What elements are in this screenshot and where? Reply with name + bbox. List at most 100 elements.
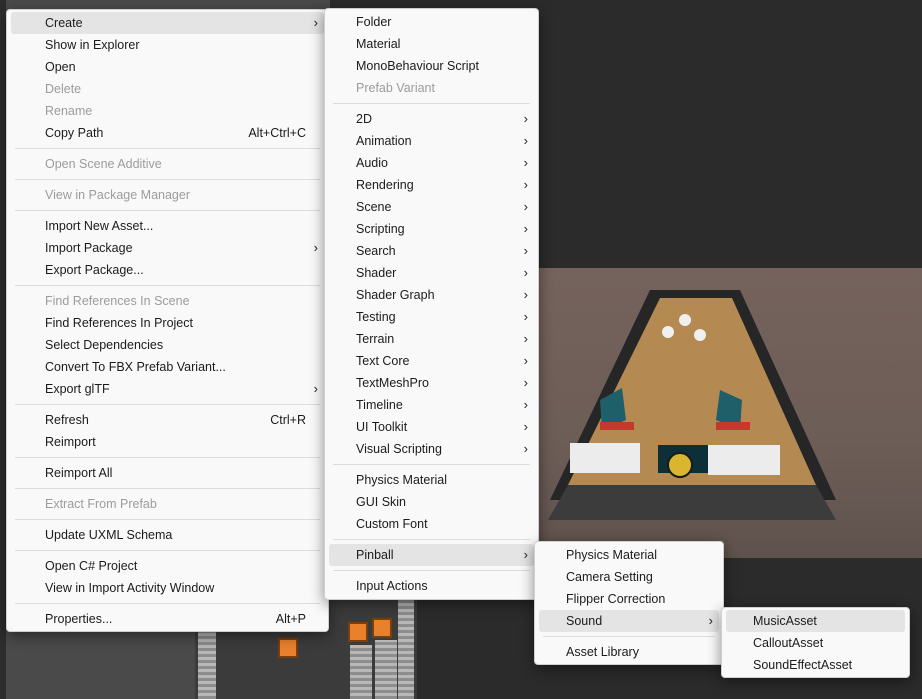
menu-separator bbox=[15, 179, 320, 180]
create-menu-item-monobehaviour-script[interactable]: MonoBehaviour Script bbox=[329, 55, 534, 77]
menu-item-label: Reimport All bbox=[45, 466, 113, 480]
pinball-menu-item-flipper-correction[interactable]: Flipper Correction bbox=[539, 588, 719, 610]
menu-item-shortcut: Alt+P bbox=[275, 612, 306, 626]
menu-item-label: Text Core bbox=[356, 354, 410, 368]
main-menu-item-open[interactable]: Open bbox=[11, 56, 324, 78]
ramp-model-column bbox=[398, 600, 414, 699]
main-menu-item-find-references-in-scene: Find References In Scene bbox=[11, 290, 324, 312]
prefab-cube-icon bbox=[348, 622, 368, 642]
create-menu-item-text-core[interactable]: Text Core › bbox=[329, 350, 534, 372]
menu-item-label: Visual Scripting bbox=[356, 442, 442, 456]
create-menu-item-textmeshpro[interactable]: TextMeshPro › bbox=[329, 372, 534, 394]
main-menu-item-reimport-all[interactable]: Reimport All bbox=[11, 462, 324, 484]
menu-item-label: Asset Library bbox=[566, 645, 639, 659]
pinball-menu-item-physics-material[interactable]: Physics Material bbox=[539, 544, 719, 566]
menu-item-label: Animation bbox=[356, 134, 412, 148]
menu-item-label: GUI Skin bbox=[356, 495, 407, 509]
create-menu-item-animation[interactable]: Animation › bbox=[329, 130, 534, 152]
create-menu-item-custom-font[interactable]: Custom Font bbox=[329, 513, 534, 535]
main-menu-item-export-gltf[interactable]: Export glTF › bbox=[11, 378, 324, 400]
main-menu-item-properties[interactable]: Properties... Alt+P bbox=[11, 608, 324, 630]
menu-item-label: Export glTF bbox=[45, 382, 110, 396]
create-menu-item-gui-skin[interactable]: GUI Skin bbox=[329, 491, 534, 513]
main-menu-item-import-package[interactable]: Import Package › bbox=[11, 237, 324, 259]
menu-separator bbox=[15, 603, 320, 604]
create-menu-item-search[interactable]: Search › bbox=[329, 240, 534, 262]
main-menu-item-find-references-in-project[interactable]: Find References In Project bbox=[11, 312, 324, 334]
create-menu-item-shader-graph[interactable]: Shader Graph › bbox=[329, 284, 534, 306]
menu-item-label: Input Actions bbox=[356, 579, 428, 593]
create-menu-item-material[interactable]: Material bbox=[329, 33, 534, 55]
create-menu-item-folder[interactable]: Folder bbox=[329, 11, 534, 33]
menu-item-label: Search bbox=[356, 244, 396, 258]
create-menu-item-timeline[interactable]: Timeline › bbox=[329, 394, 534, 416]
chevron-right-icon: › bbox=[523, 287, 528, 302]
main-menu-item-convert-to-fbx-prefab-variant[interactable]: Convert To FBX Prefab Variant... bbox=[11, 356, 324, 378]
menu-item-label: Import New Asset... bbox=[45, 219, 154, 233]
create-menu-item-audio[interactable]: Audio › bbox=[329, 152, 534, 174]
main-menu-item-export-package[interactable]: Export Package... bbox=[11, 259, 324, 281]
menu-item-label: Extract From Prefab bbox=[45, 497, 157, 511]
prefab-cube-icon bbox=[372, 618, 392, 638]
create-menu-item-visual-scripting[interactable]: Visual Scripting › bbox=[329, 438, 534, 460]
menu-item-label: Shader Graph bbox=[356, 288, 435, 302]
create-menu-item-physics-material[interactable]: Physics Material bbox=[329, 469, 534, 491]
menu-item-label: Export Package... bbox=[45, 263, 144, 277]
chevron-right-icon: › bbox=[523, 243, 528, 258]
create-menu-item-scripting[interactable]: Scripting › bbox=[329, 218, 534, 240]
menu-item-label: Find References In Scene bbox=[45, 294, 190, 308]
create-menu-item-2d[interactable]: 2D › bbox=[329, 108, 534, 130]
main-menu-item-open-scene-additive: Open Scene Additive bbox=[11, 153, 324, 175]
pinball-menu-item-camera-setting[interactable]: Camera Setting bbox=[539, 566, 719, 588]
menu-item-label: CalloutAsset bbox=[753, 636, 824, 650]
menu-item-label: 2D bbox=[356, 112, 372, 126]
create-submenu: Folder Material MonoBehaviour Script Prefab… bbox=[324, 8, 539, 600]
main-menu-item-refresh[interactable]: Refresh Ctrl+R bbox=[11, 409, 324, 431]
menu-item-label: Create bbox=[45, 16, 83, 30]
menu-separator bbox=[15, 404, 320, 405]
menu-item-label: Rendering bbox=[356, 178, 414, 192]
main-menu-item-open-c-project[interactable]: Open C# Project bbox=[11, 555, 324, 577]
main-menu-item-import-new-asset[interactable]: Import New Asset... bbox=[11, 215, 324, 237]
main-menu-item-view-in-import-activity-window[interactable]: View in Import Activity Window bbox=[11, 577, 324, 599]
create-menu-item-shader[interactable]: Shader › bbox=[329, 262, 534, 284]
main-menu-item-reimport[interactable]: Reimport bbox=[11, 431, 324, 453]
chevron-right-icon: › bbox=[313, 15, 318, 30]
menu-separator bbox=[15, 550, 320, 551]
pinball-table-illustration bbox=[548, 290, 836, 520]
chevron-right-icon: › bbox=[523, 133, 528, 148]
sound-menu-item-calloutasset[interactable]: CalloutAsset bbox=[726, 632, 905, 654]
pinball-table-preview bbox=[540, 280, 846, 525]
create-menu-item-testing[interactable]: Testing › bbox=[329, 306, 534, 328]
main-menu-item-show-in-explorer[interactable]: Show in Explorer bbox=[11, 34, 324, 56]
menu-item-label: Open C# Project bbox=[45, 559, 138, 573]
menu-item-label: Physics Material bbox=[356, 473, 447, 487]
pinball-menu-item-asset-library[interactable]: Asset Library bbox=[539, 641, 719, 663]
create-menu-item-ui-toolkit[interactable]: UI Toolkit › bbox=[329, 416, 534, 438]
main-menu-item-select-dependencies[interactable]: Select Dependencies bbox=[11, 334, 324, 356]
menu-item-label: Reimport bbox=[45, 435, 96, 449]
menu-item-label: View in Package Manager bbox=[45, 188, 190, 202]
main-menu-item-update-uxml-schema[interactable]: Update UXML Schema bbox=[11, 524, 324, 546]
main-menu-item-create[interactable]: Create › bbox=[11, 12, 324, 34]
create-menu-item-input-actions[interactable]: Input Actions bbox=[329, 575, 534, 597]
sound-menu-item-musicasset[interactable]: MusicAsset bbox=[726, 610, 905, 632]
main-menu-item-copy-path[interactable]: Copy Path Alt+Ctrl+C bbox=[11, 122, 324, 144]
menu-item-label: MusicAsset bbox=[753, 614, 817, 628]
chevron-right-icon: › bbox=[523, 155, 528, 170]
sound-menu-item-soundeffectasset[interactable]: SoundEffectAsset bbox=[726, 654, 905, 676]
context-menu: Create › Show in Explorer Open Delete Rename C… bbox=[6, 9, 329, 632]
create-menu-item-rendering[interactable]: Rendering › bbox=[329, 174, 534, 196]
menu-separator bbox=[15, 148, 320, 149]
create-menu-item-pinball[interactable]: Pinball › bbox=[329, 544, 534, 566]
chevron-right-icon: › bbox=[523, 353, 528, 368]
menu-separator bbox=[15, 210, 320, 211]
pinball-menu-item-sound[interactable]: Sound › bbox=[539, 610, 719, 632]
create-menu-item-scene[interactable]: Scene › bbox=[329, 196, 534, 218]
menu-item-label: Convert To FBX Prefab Variant... bbox=[45, 360, 226, 374]
create-menu-item-terrain[interactable]: Terrain › bbox=[329, 328, 534, 350]
menu-item-label: Timeline bbox=[356, 398, 403, 412]
menu-item-label: Update UXML Schema bbox=[45, 528, 173, 542]
menu-item-label: Material bbox=[356, 37, 401, 51]
menu-item-label: TextMeshPro bbox=[356, 376, 429, 390]
